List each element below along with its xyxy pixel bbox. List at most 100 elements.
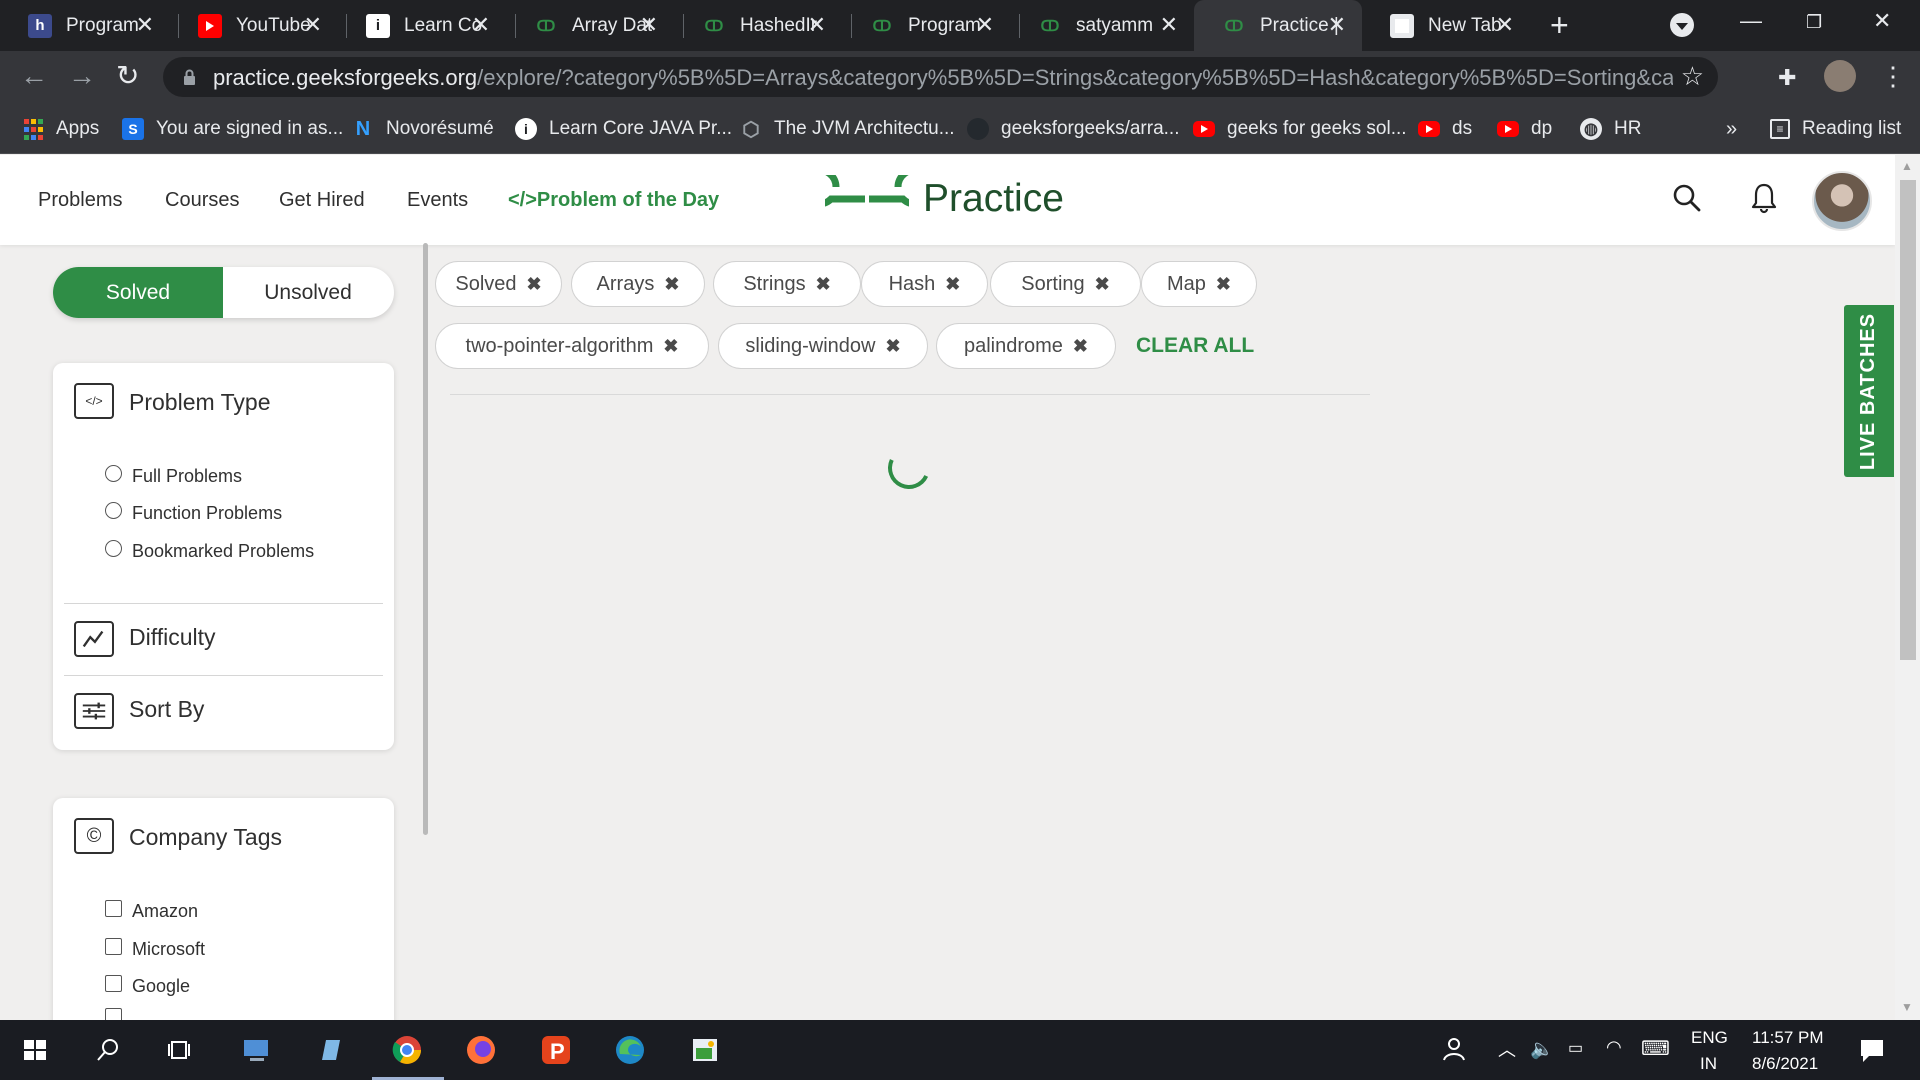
radio-function-problems[interactable]: Function Problems: [105, 502, 282, 524]
search-icon[interactable]: [88, 1030, 128, 1070]
profile-avatar-icon[interactable]: [1824, 60, 1856, 92]
nav-courses[interactable]: Courses: [165, 189, 239, 212]
radio-full-problems[interactable]: Full Problems: [105, 465, 242, 487]
filter-chip-hash[interactable]: Hash ✖: [861, 261, 988, 307]
bookmark-star-icon[interactable]: ☆: [1681, 61, 1704, 92]
task-view-icon[interactable]: [160, 1030, 200, 1070]
window-close-button[interactable]: ✕: [1873, 8, 1891, 34]
problem-type-title[interactable]: Problem Type: [129, 389, 270, 416]
bookmark-novoresume[interactable]: N Novorésumé: [352, 104, 494, 154]
minimize-button[interactable]: —: [1740, 8, 1762, 34]
bookmark-ds[interactable]: ds: [1418, 104, 1472, 154]
computer-icon[interactable]: [236, 1030, 276, 1070]
address-bar[interactable]: practice.geeksforgeeks.org/explore/?cate…: [163, 57, 1718, 97]
remove-x-icon[interactable]: ✖: [816, 274, 831, 295]
restore-button[interactable]: ❐: [1806, 12, 1822, 33]
close-icon[interactable]: ✕: [1160, 13, 1178, 37]
tab-search-button[interactable]: [1670, 13, 1694, 37]
remove-x-icon[interactable]: ✖: [945, 274, 960, 295]
battery-icon[interactable]: ▭: [1568, 1038, 1583, 1058]
difficulty-section[interactable]: Difficulty: [53, 604, 394, 675]
close-icon[interactable]: ✕: [640, 13, 658, 37]
sidebar-scrollbar[interactable]: [423, 243, 428, 835]
keyboard-icon[interactable]: ⌨: [1641, 1036, 1670, 1061]
remove-x-icon[interactable]: ✖: [663, 336, 678, 357]
checkbox[interactable]: [105, 1008, 122, 1020]
bookmark-gfg-solutions[interactable]: geeks for geeks sol...: [1193, 104, 1407, 154]
checkbox-google[interactable]: Google: [105, 975, 190, 997]
nav-problem-of-the-day[interactable]: </>Problem of the Day: [508, 189, 719, 212]
reading-list-button[interactable]: ≡ Reading list: [1770, 104, 1901, 154]
checkbox[interactable]: [105, 938, 122, 955]
unsolved-button[interactable]: Unsolved: [223, 267, 393, 318]
more-menu-icon[interactable]: ⋮: [1880, 61, 1906, 92]
browser-tab[interactable]: New Tab ✕: [1362, 0, 1530, 51]
scroll-up-arrow-icon[interactable]: ▲: [1901, 159, 1913, 173]
remove-x-icon[interactable]: ✖: [885, 336, 900, 357]
edge-icon[interactable]: [610, 1030, 650, 1070]
new-tab-button[interactable]: +: [1550, 8, 1569, 42]
show-hidden-icons-chevron-icon[interactable]: ︿: [1498, 1036, 1516, 1062]
browser-tab[interactable]: ↀ Program ✕: [842, 0, 1010, 51]
reload-button[interactable]: ↻: [116, 61, 139, 91]
radio-button[interactable]: [105, 502, 122, 519]
language-indicator[interactable]: ENG: [1691, 1028, 1728, 1048]
bookmark-hr[interactable]: ◍ HR: [1580, 104, 1641, 154]
radio-button[interactable]: [105, 540, 122, 557]
notification-center-icon[interactable]: [1852, 1030, 1892, 1070]
user-avatar[interactable]: [1812, 171, 1872, 231]
radio-button[interactable]: [105, 465, 122, 482]
filter-chip-solved[interactable]: Solved ✖: [435, 261, 562, 307]
close-icon[interactable]: ✕: [472, 13, 490, 37]
filter-chip-arrays[interactable]: Arrays ✖: [571, 261, 705, 307]
close-icon[interactable]: ✕: [976, 13, 994, 37]
notification-bell-icon[interactable]: [1750, 182, 1778, 214]
windows-start-icon[interactable]: [15, 1030, 55, 1070]
people-icon[interactable]: [1434, 1030, 1474, 1070]
browser-tab[interactable]: i Learn Co ✕: [338, 0, 506, 51]
checkbox-microsoft[interactable]: Microsoft: [105, 938, 205, 960]
notepad-icon[interactable]: [310, 1030, 350, 1070]
remove-x-icon[interactable]: ✖: [1073, 336, 1088, 357]
page-scroll-thumb[interactable]: [1900, 180, 1916, 660]
postman-icon[interactable]: P: [536, 1030, 576, 1070]
chrome-icon[interactable]: [387, 1030, 427, 1070]
close-icon[interactable]: ✕: [304, 13, 322, 37]
bookmark-jvm[interactable]: ⬡ The JVM Architectu...: [740, 104, 954, 154]
sort-by-section[interactable]: Sort By: [53, 676, 394, 748]
browser-tab[interactable]: ↀ satyamm ✕: [1010, 0, 1194, 51]
back-button[interactable]: ←: [20, 61, 48, 91]
browser-tab[interactable]: YouTube ✕: [170, 0, 338, 51]
solved-button[interactable]: Solved: [53, 267, 223, 318]
clock-date[interactable]: 8/6/2021: [1752, 1054, 1818, 1074]
checkbox[interactable]: [105, 975, 122, 992]
company-tags-title[interactable]: Company Tags: [129, 824, 282, 851]
close-icon[interactable]: ✕: [808, 13, 826, 37]
bookmarks-overflow-button[interactable]: »: [1726, 104, 1737, 154]
scroll-down-arrow-icon[interactable]: ▼: [1901, 1000, 1913, 1014]
filter-chip-map[interactable]: Map ✖: [1141, 261, 1257, 307]
nav-get-hired[interactable]: Get Hired: [279, 189, 365, 212]
search-icon[interactable]: [1672, 183, 1702, 213]
remove-x-icon[interactable]: ✖: [664, 274, 679, 295]
browser-tab[interactable]: ↀ Array Dat ✕: [506, 0, 674, 51]
clear-all-button[interactable]: CLEAR ALL: [1136, 334, 1254, 358]
close-icon[interactable]: ✕: [1328, 13, 1346, 37]
region-indicator[interactable]: IN: [1700, 1054, 1717, 1074]
browser-tab-active[interactable]: ↀ Practice | ✕: [1194, 0, 1362, 51]
filter-chip-sliding-window[interactable]: sliding-window ✖: [718, 323, 928, 369]
radio-bookmarked-problems[interactable]: Bookmarked Problems: [105, 540, 314, 562]
bookmark-learn-java[interactable]: i Learn Core JAVA Pr...: [515, 104, 732, 154]
filter-chip-sorting[interactable]: Sorting ✖: [990, 261, 1141, 307]
bookmark-signed-in[interactable]: S You are signed in as...: [122, 104, 343, 154]
filter-chip-two-pointer-algorithm[interactable]: two-pointer-algorithm ✖: [435, 323, 709, 369]
close-icon[interactable]: ✕: [1496, 13, 1514, 37]
remove-x-icon[interactable]: ✖: [1216, 274, 1231, 295]
nav-problems[interactable]: Problems: [38, 189, 122, 212]
browser-tab[interactable]: ↀ HashedIr ✕: [674, 0, 842, 51]
wifi-icon[interactable]: ◠: [1606, 1037, 1622, 1058]
filter-chip-strings[interactable]: Strings ✖: [713, 261, 861, 307]
close-icon[interactable]: ✕: [136, 13, 154, 37]
remove-x-icon[interactable]: ✖: [1095, 274, 1110, 295]
volume-icon[interactable]: 🔈: [1530, 1037, 1554, 1061]
